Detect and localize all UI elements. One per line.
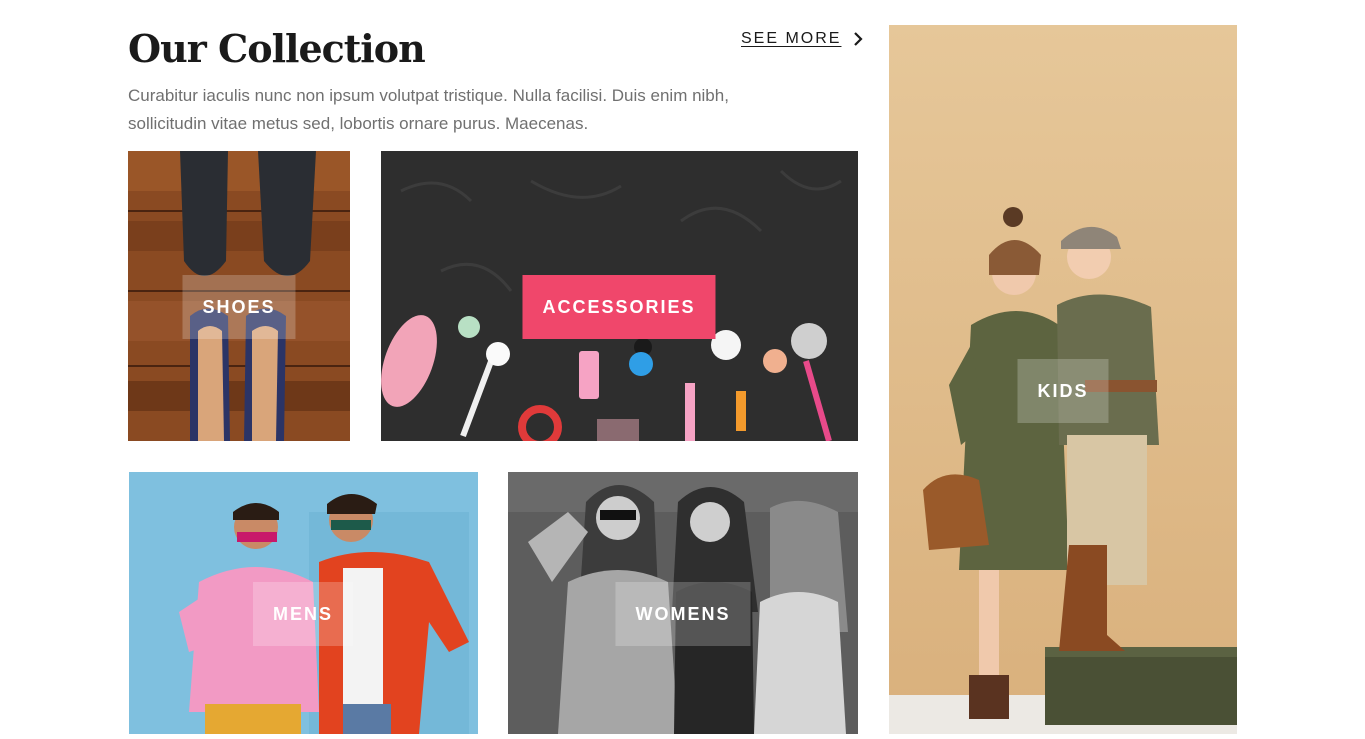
category-tile-mens[interactable]: MENS	[129, 472, 478, 734]
category-label-shoes: SHOES	[182, 275, 296, 339]
see-more-label: SEE MORE	[741, 30, 842, 47]
see-more-link[interactable]: SEE MORE	[741, 30, 865, 48]
category-label-kids: KIDS	[1017, 359, 1109, 423]
section-title: Our Collection	[128, 26, 426, 71]
category-tile-shoes[interactable]: SHOES	[128, 151, 350, 441]
chevron-right-icon	[854, 32, 864, 46]
category-label-accessories: ACCESSORIES	[522, 275, 716, 339]
category-tile-womens[interactable]: WOMENS	[508, 472, 858, 734]
category-tile-accessories[interactable]: ACCESSORIES	[381, 151, 858, 441]
category-label-mens: MENS	[252, 582, 354, 646]
category-label-womens: WOMENS	[615, 582, 751, 646]
section-description: Curabitur iaculis nunc non ipsum volutpa…	[128, 86, 729, 133]
category-tile-kids[interactable]: KIDS	[889, 25, 1237, 734]
